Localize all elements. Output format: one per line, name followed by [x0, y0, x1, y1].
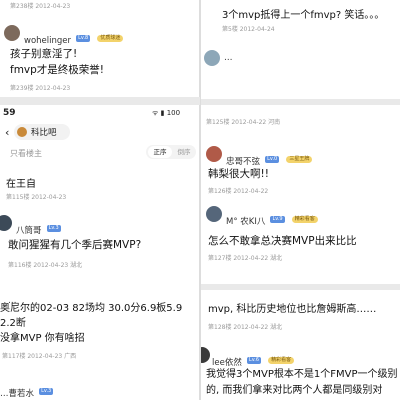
post-text: mvp, 科比历史地位也比詹姆斯高……	[208, 304, 377, 315]
post-text: 怎么不敢拿总决赛MVP出来比比	[208, 235, 357, 247]
post-text: 韩梨很大啊!!	[208, 168, 269, 180]
forum-chip[interactable]: 科比吧	[14, 124, 70, 140]
user-line: M° 农KI八 Lv.9 精彩看客	[226, 209, 318, 228]
avatar[interactable]	[204, 50, 220, 66]
post-text: 敢问猩猩有几个季后赛MVP?	[8, 239, 142, 251]
user-line: 忠哥不弦 Lv.0 三星王牌	[226, 149, 313, 168]
only-op-button[interactable]: 只看楼主	[10, 148, 42, 159]
level-badge: Lv.0	[265, 156, 280, 163]
username[interactable]: wohelinger	[24, 36, 71, 46]
user-line: wohelinger Lv.8 优质球迷	[24, 28, 124, 47]
post-text: 3个mvp抵得上一个fmvp? 笑话。。。	[222, 10, 385, 21]
post-text: 2.2断	[0, 318, 26, 329]
honor-badge: 三星王牌	[286, 156, 313, 163]
floor-meta: 第126楼 2012-04-22	[208, 188, 269, 195]
floor-meta: 第116楼 2012-04-23 湖北	[8, 262, 83, 269]
post-panel-bottom-left: 59 ᯤ ▮ 100 ‹ 科比吧 只看楼主 正序 倒序 在王自 第115楼 20…	[0, 105, 200, 400]
level-badge: Lv.3	[39, 388, 54, 395]
sort-desc[interactable]: 倒序	[173, 146, 195, 158]
level-badge: Lv.3	[46, 225, 61, 232]
back-arrow-icon[interactable]: ‹	[5, 126, 9, 139]
panel-separator	[199, 0, 201, 400]
floor-meta: 第127楼 2012-04-22 湖北	[208, 255, 283, 262]
sort-asc[interactable]: 正序	[148, 146, 172, 158]
floor-meta: 第125楼 2012-04-22 河南	[206, 119, 281, 126]
sort-toggle[interactable]: 正序 倒序	[146, 145, 196, 159]
post-text: 的, 而我们拿来对比两个人都是同级别对	[206, 385, 383, 396]
level-badge: Lv.8	[76, 35, 91, 42]
username[interactable]: …曹若水	[0, 389, 34, 399]
post-text: 奥尼尔的02-03 82场均 30.0分6.9板5.9	[0, 303, 183, 314]
post-panel-right: 3个mvp抵得上一个fmvp? 笑话。。。 第5楼 2012-04-24 … 第…	[200, 0, 400, 400]
username[interactable]: 忠哥不弦	[226, 157, 260, 167]
post-text: 没拿MVP 你有啥招	[0, 333, 85, 344]
forum-name: 科比吧	[31, 128, 57, 138]
post-text-partial: 在王自	[6, 179, 36, 190]
post-text: 孩子别意淫了!	[10, 48, 78, 60]
forum-icon	[17, 127, 27, 137]
user-line: 八筒哥 Lv.3	[16, 218, 61, 237]
username-partial[interactable]: …	[224, 53, 233, 63]
username[interactable]: M° 农KI八	[226, 217, 265, 227]
panel-separator	[0, 97, 200, 105]
floor-meta: 第238楼 2012-04-23	[10, 3, 71, 10]
floor-meta: 第128楼 2012-04-22 湖北	[208, 324, 283, 331]
honor-badge: 精彩看客	[291, 216, 318, 223]
post-text: fmvp才是终极荣誉!	[10, 64, 105, 76]
avatar[interactable]	[200, 347, 210, 363]
avatar[interactable]	[4, 25, 20, 41]
status-icons: ᯤ ▮ 100	[152, 109, 181, 117]
avatar[interactable]	[206, 206, 222, 222]
floor-meta: 第5楼 2012-04-24	[222, 26, 275, 33]
level-badge: Lv.6	[246, 357, 262, 364]
floor-meta: 第239楼 2012-04-23	[10, 85, 71, 92]
floor-meta: 第115楼 2012-04-23	[6, 194, 67, 201]
avatar[interactable]	[206, 146, 222, 162]
divider	[200, 99, 400, 105]
divider	[200, 284, 400, 290]
level-badge: Lv.9	[270, 216, 285, 223]
honor-badge: 优质球迷	[97, 35, 124, 42]
floor-meta: 第117楼 2012-04-23 广西	[2, 353, 77, 360]
avatar[interactable]	[0, 215, 12, 231]
honor-badge: 精彩看客	[268, 357, 295, 364]
username[interactable]: 八筒哥	[16, 226, 42, 236]
status-time: 59	[3, 108, 16, 118]
user-line: …曹若水 Lv.3	[0, 381, 54, 400]
post-text: 我觉得3个MVP根本不是1个FMVP一个级别	[206, 369, 398, 380]
post-panel-top-left: 第238楼 2012-04-23 wohelinger Lv.8 优质球迷 孩子…	[0, 0, 200, 97]
